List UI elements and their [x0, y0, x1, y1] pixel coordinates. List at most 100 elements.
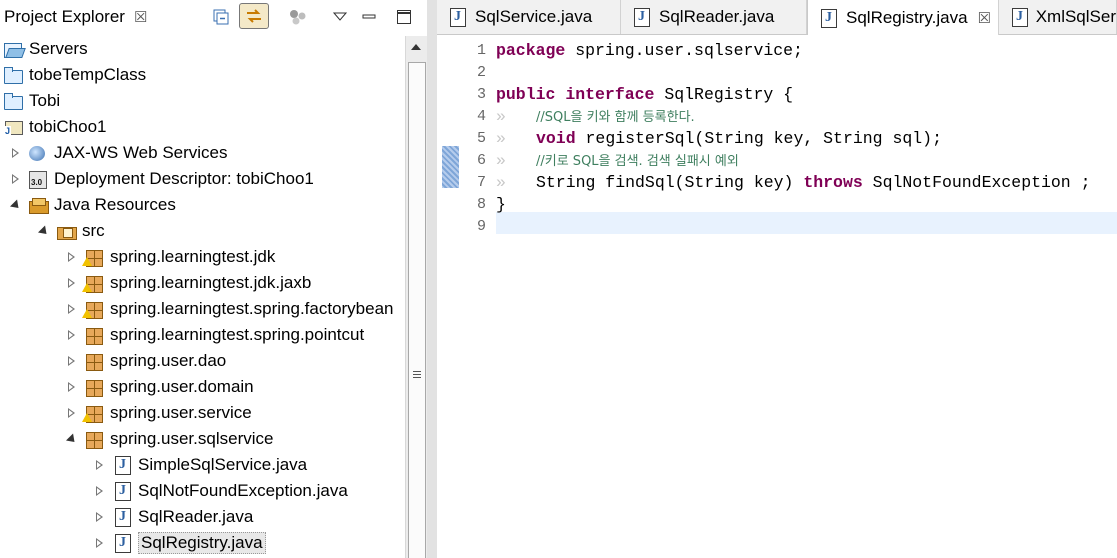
code-line[interactable]: package spring.user.sqlservice;	[496, 40, 803, 62]
tree-item[interactable]: SqlRegistry.java	[94, 530, 266, 556]
collapsed-arrow-icon[interactable]	[66, 329, 78, 341]
tree-item[interactable]: spring.user.service	[66, 400, 252, 426]
code-keyword: package	[496, 41, 566, 60]
java-file-icon	[112, 456, 132, 475]
scrollbar-grip-icon	[413, 371, 421, 379]
source-folder-icon	[56, 222, 77, 240]
java-file-icon	[447, 8, 467, 27]
line-number: 8	[476, 196, 486, 213]
line-number: 6	[476, 152, 486, 169]
scrollbar-thumb[interactable]	[408, 62, 426, 558]
folder-icon	[3, 66, 23, 84]
close-icon[interactable]: ☒	[134, 8, 147, 26]
code-text: registerSql(String key, String sql);	[575, 129, 942, 148]
collapsed-arrow-icon[interactable]	[66, 407, 78, 419]
collapsed-arrow-icon[interactable]	[66, 277, 78, 289]
tree-item[interactable]: spring.user.domain	[66, 374, 254, 400]
tree-item[interactable]: spring.learningtest.spring.pointcut	[66, 322, 364, 348]
tree-item[interactable]: spring.learningtest.jdk.jaxb	[66, 270, 311, 296]
tree-item-label: Servers	[29, 39, 88, 58]
code-line[interactable]: }	[496, 194, 506, 216]
collapsed-arrow-icon[interactable]	[66, 251, 78, 263]
java-file-icon	[631, 8, 651, 27]
editor-tab[interactable]: SqlService.java	[437, 0, 621, 34]
package-icon	[84, 378, 104, 397]
code-line[interactable]: public interface SqlRegistry {	[496, 84, 793, 106]
code-comment: //키로 SQL을 검색. 검색 실패시 예외	[536, 154, 739, 169]
link-with-editor-icon[interactable]	[239, 3, 269, 29]
scroll-up-icon[interactable]	[411, 44, 421, 50]
tree-item[interactable]: src	[38, 218, 105, 244]
expanded-arrow-icon[interactable]	[66, 433, 78, 445]
tree-item[interactable]: spring.user.sqlservice	[66, 426, 273, 452]
focus-on-active-task-icon[interactable]	[287, 5, 309, 29]
collapsed-arrow-icon[interactable]	[10, 173, 22, 185]
tree-item-label: spring.user.service	[110, 403, 252, 422]
line-number: 2	[476, 64, 486, 81]
code-line[interactable]: » String findSql(String key) throws SqlNo…	[496, 172, 1091, 194]
editor-tab-bar: SqlService.java SqlReader.java SqlRegistry…	[437, 0, 1117, 35]
tree-item-label: spring.user.sqlservice	[110, 429, 274, 448]
collapsed-arrow-icon[interactable]	[94, 537, 106, 549]
close-tab-icon[interactable]: ☒	[978, 9, 991, 27]
tree-item[interactable]: JAX-WS Web Services	[10, 140, 228, 166]
tree-item[interactable]: tobiChoo1	[3, 114, 107, 140]
collapsed-arrow-icon[interactable]	[10, 147, 22, 159]
project-explorer-tab[interactable]: Project Explorer	[4, 7, 125, 27]
tree-item[interactable]: Deployment Descriptor: tobiChoo1	[10, 166, 314, 192]
tree-item-label: spring.user.domain	[110, 377, 254, 396]
tree-item[interactable]: spring.learningtest.jdk	[66, 244, 275, 270]
package-warning-icon	[82, 404, 104, 423]
tree-item-label: Deployment Descriptor: tobiChoo1	[54, 169, 314, 188]
collapsed-arrow-icon[interactable]	[66, 303, 78, 315]
tree-item-label: Tobi	[29, 91, 61, 110]
panel-sash[interactable]	[427, 0, 437, 558]
view-menu-icon[interactable]	[331, 5, 349, 29]
code-line[interactable]: » //SQL을 키와 함께 등록한다.	[496, 106, 695, 128]
tree-item[interactable]: Servers	[3, 36, 88, 62]
tree-item[interactable]: spring.user.dao	[66, 348, 226, 374]
tree-item[interactable]: tobeTempClass	[3, 62, 146, 88]
minimize-icon[interactable]	[360, 5, 378, 29]
tree-item-label: SqlRegistry.java	[138, 532, 266, 554]
java-resources-icon	[28, 196, 49, 214]
code-text: spring.user.sqlservice;	[575, 41, 803, 60]
collapsed-arrow-icon[interactable]	[66, 381, 78, 393]
package-icon	[84, 326, 104, 345]
editor-tab[interactable]: SqlReader.java	[621, 0, 807, 34]
code-line[interactable]: » void registerSql(String key, String sql…	[496, 128, 942, 150]
tree-item-label: spring.learningtest.spring.pointcut	[110, 325, 365, 344]
package-warning-icon	[82, 300, 104, 319]
tree-item-label: SqlReader.java	[138, 507, 254, 526]
collapsed-arrow-icon[interactable]	[94, 485, 106, 497]
maximize-icon[interactable]	[395, 5, 413, 29]
java-file-icon	[1009, 8, 1028, 27]
expanded-arrow-icon[interactable]	[38, 225, 50, 237]
tree-item-label: SimpleSqlService.java	[138, 455, 308, 474]
tree-item-label: spring.user.dao	[110, 351, 227, 370]
tree-item[interactable]: SqlReader.java	[94, 504, 253, 530]
code-keyword: public	[496, 85, 556, 104]
editor-tab-label: SqlService.java	[475, 7, 593, 26]
editor-tab[interactable]: SqlRegistry.java ☒	[807, 0, 999, 35]
collapsed-arrow-icon[interactable]	[66, 355, 78, 367]
tree-item[interactable]: Tobi	[3, 88, 60, 114]
line-number: 9	[476, 218, 486, 235]
collapsed-arrow-icon[interactable]	[94, 511, 106, 523]
collapse-all-icon[interactable]	[210, 5, 232, 29]
tree-item[interactable]: spring.learningtest.spring.factorybean	[66, 296, 394, 322]
collapsed-arrow-icon[interactable]	[94, 459, 106, 471]
tree-item[interactable]: SimpleSqlService.java	[94, 452, 307, 478]
project-explorer-panel: Project Explorer ☒ Servers tobeTempClass T…	[0, 0, 427, 558]
editor-tab[interactable]: XmlSqlSer	[999, 0, 1117, 34]
tab-whitespace-marker: »	[496, 107, 506, 126]
code-line[interactable]: » //키로 SQL을 검색. 검색 실패시 예외	[496, 150, 739, 172]
explorer-scrollbar[interactable]	[405, 36, 427, 558]
code-text: }	[496, 195, 506, 214]
tree-item[interactable]: SqlNotFoundException.java	[94, 478, 348, 504]
expanded-arrow-icon[interactable]	[10, 199, 22, 211]
open-folder-icon	[3, 40, 23, 58]
tree-item[interactable]: Java Resources	[10, 192, 176, 218]
